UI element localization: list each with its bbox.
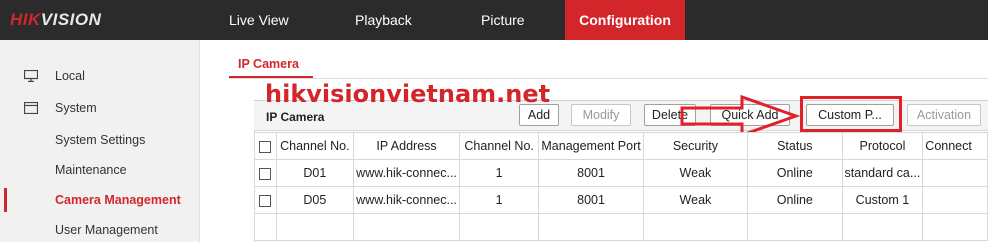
sidebar-item-label: Local bbox=[55, 69, 85, 83]
sidebar-item-label: System bbox=[55, 101, 97, 115]
table-cell bbox=[922, 186, 988, 214]
table-row[interactable]: D01 www.hik-connec... 1 8001 Weak Online… bbox=[254, 159, 988, 187]
column-header[interactable]: Security bbox=[642, 132, 749, 160]
table-cell: D05 bbox=[275, 186, 355, 214]
table-header-row: Channel No. IP Address Channel No. Manag… bbox=[254, 132, 988, 160]
column-header[interactable]: Protocol bbox=[841, 132, 924, 160]
row-checkbox[interactable] bbox=[254, 186, 277, 214]
tab-divider bbox=[229, 78, 988, 79]
table-cell: Online bbox=[747, 159, 843, 187]
tab-ip-camera[interactable]: IP Camera bbox=[238, 57, 299, 71]
table-cell bbox=[922, 213, 988, 241]
sidebar-item-label: User Management bbox=[55, 223, 158, 237]
sidebar-item-camera-management[interactable]: Camera Management bbox=[0, 188, 200, 212]
table-cell: Weak bbox=[642, 159, 749, 187]
row-checkbox[interactable] bbox=[254, 159, 277, 187]
logo-text-white: VISION bbox=[40, 10, 102, 29]
table-cell: 8001 bbox=[538, 186, 644, 214]
watermark-text: hikvisionvietnam.net bbox=[265, 80, 551, 108]
table-cell bbox=[538, 213, 644, 241]
nav-picture[interactable]: Picture bbox=[481, 0, 525, 40]
table-cell: standard ca... bbox=[841, 159, 924, 187]
system-icon bbox=[24, 102, 38, 114]
monitor-icon bbox=[24, 70, 38, 82]
sidebar-item-system-settings[interactable]: System Settings bbox=[0, 128, 200, 152]
table-cell bbox=[275, 213, 355, 241]
top-navigation-bar: HIK VISION Live View Playback Picture Con… bbox=[0, 0, 988, 40]
nav-playback[interactable]: Playback bbox=[355, 0, 412, 40]
table-cell bbox=[254, 213, 277, 241]
activation-button[interactable]: Activation bbox=[907, 104, 981, 126]
table-cell: 8001 bbox=[538, 159, 644, 187]
table-cell: 1 bbox=[458, 186, 540, 214]
select-all-checkbox[interactable] bbox=[254, 132, 277, 160]
table-cell bbox=[841, 213, 924, 241]
sidebar-item-system[interactable]: System bbox=[0, 96, 200, 120]
highlight-box bbox=[800, 96, 902, 132]
sidebar-item-maintenance[interactable]: Maintenance bbox=[0, 158, 200, 182]
table-cell: 1 bbox=[458, 159, 540, 187]
table-cell bbox=[642, 213, 749, 241]
table-cell: Custom 1 bbox=[841, 186, 924, 214]
column-header[interactable]: Connect bbox=[922, 132, 988, 160]
column-header[interactable]: IP Address bbox=[353, 132, 460, 160]
sidebar-item-label: System Settings bbox=[55, 133, 146, 147]
table-cell bbox=[747, 213, 843, 241]
hikvision-logo: HIK VISION bbox=[0, 0, 200, 40]
column-header[interactable]: Management Port bbox=[538, 132, 644, 160]
column-header[interactable]: Status bbox=[747, 132, 843, 160]
table-row[interactable]: D05 www.hik-connec... 1 8001 Weak Online… bbox=[254, 186, 988, 214]
table-cell: D01 bbox=[275, 159, 355, 187]
sidebar-item-user-management[interactable]: User Management bbox=[0, 218, 200, 242]
table-cell: www.hik-connec... bbox=[353, 159, 460, 187]
sidebar-item-label: Camera Management bbox=[55, 193, 181, 207]
table-row-empty bbox=[254, 213, 988, 241]
table-cell: Online bbox=[747, 186, 843, 214]
panel-title: IP Camera bbox=[266, 110, 325, 124]
sidebar-item-label: Maintenance bbox=[55, 163, 127, 177]
nav-live-view[interactable]: Live View bbox=[229, 0, 289, 40]
modify-button[interactable]: Modify bbox=[571, 104, 631, 126]
logo-text-red: HIK bbox=[10, 10, 41, 29]
column-header[interactable]: Channel No. bbox=[458, 132, 540, 160]
camera-table: Channel No. IP Address Channel No. Manag… bbox=[254, 132, 988, 241]
active-indicator bbox=[4, 188, 7, 212]
table-cell bbox=[922, 159, 988, 187]
sidebar-item-local[interactable]: Local bbox=[0, 64, 200, 88]
column-header[interactable]: Channel No. bbox=[275, 132, 355, 160]
table-cell bbox=[458, 213, 540, 241]
table-cell: www.hik-connec... bbox=[353, 186, 460, 214]
sidebar: Local System System Settings Maintenance… bbox=[0, 40, 200, 242]
nav-configuration[interactable]: Configuration bbox=[565, 0, 685, 40]
table-cell bbox=[353, 213, 460, 241]
table-cell: Weak bbox=[642, 186, 749, 214]
